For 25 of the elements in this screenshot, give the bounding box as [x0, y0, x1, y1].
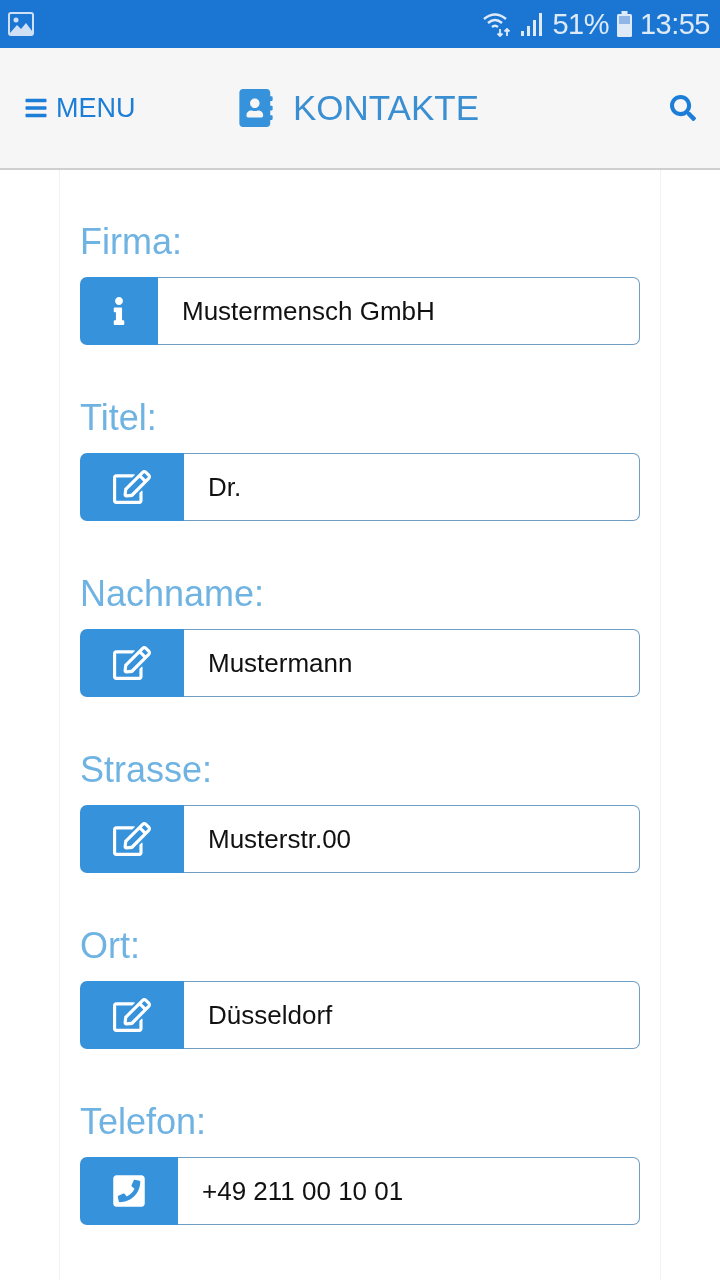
menu-button[interactable]: MENU: [24, 92, 136, 124]
field-label: Firma:: [80, 220, 182, 264]
text-field[interactable]: Musterstr.00: [184, 805, 640, 873]
battery-level: 51%: [552, 7, 609, 41]
text-field[interactable]: Mustermensch GmbH: [158, 277, 640, 345]
battery-icon: [616, 11, 632, 37]
image-icon: [8, 12, 34, 36]
phone-icon: [111, 1173, 147, 1209]
search-button[interactable]: [670, 95, 696, 121]
text-field[interactable]: +49 211 00 10 01: [178, 1157, 640, 1225]
field-label: Telefon:: [80, 1100, 207, 1144]
text-field[interactable]: Dr.: [184, 453, 640, 521]
text-field[interactable]: Düsseldorf: [184, 981, 640, 1049]
menu-icon: [24, 96, 48, 120]
clock: 13:55: [639, 7, 710, 41]
search-icon: [670, 95, 696, 121]
field-label: Nachname:: [80, 572, 265, 616]
text-field[interactable]: Mustermann: [184, 629, 640, 697]
signal-icon: [520, 12, 545, 36]
address-book-icon: [236, 89, 275, 127]
wifi-icon: [482, 11, 513, 37]
field-label: Strasse:: [80, 748, 213, 792]
field-label: Ort:: [80, 924, 140, 968]
page-title: KONTAKTE: [292, 87, 479, 129]
field-label: Titel:: [80, 396, 157, 440]
